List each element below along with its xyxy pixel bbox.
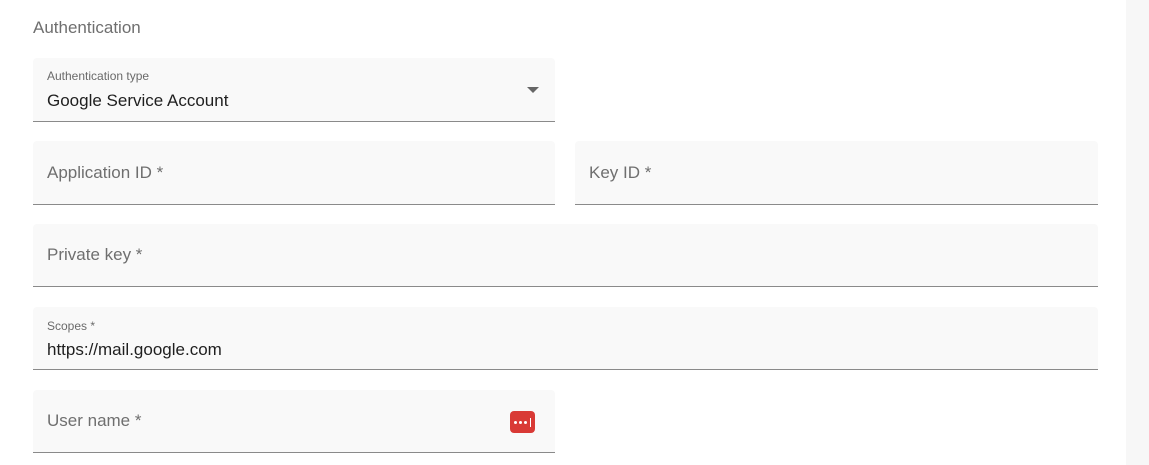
right-scroll-strip	[1126, 0, 1149, 465]
scopes-value: https://mail.google.com	[47, 340, 222, 359]
application-id-field[interactable]: Application ID *	[33, 141, 555, 205]
scopes-label: Scopes *	[47, 319, 96, 333]
password-dot	[518, 420, 522, 424]
application-id-label: Application ID *	[47, 162, 164, 182]
password-dot	[523, 420, 527, 424]
section-title: Authentication	[33, 18, 141, 37]
key-id-label: Key ID *	[589, 162, 652, 182]
authentication-type-label: Authentication type	[47, 69, 150, 83]
user-name-label: User name *	[47, 411, 142, 430]
private-key-field[interactable]: Private key *	[33, 224, 1098, 287]
password-cursor-bar	[529, 417, 532, 427]
chevron-down-icon[interactable]	[527, 87, 539, 93]
authentication-type-value: Google Service Account	[47, 91, 229, 110]
scopes-field[interactable]: Scopes * https://mail.google.com	[33, 307, 1098, 370]
password-manager-icon[interactable]	[510, 411, 535, 433]
key-id-field[interactable]: Key ID *	[575, 141, 1098, 205]
authentication-form-page: Authentication Authentication type Googl…	[0, 0, 1149, 465]
password-dot	[513, 420, 517, 424]
private-key-label: Private key *	[47, 245, 143, 264]
user-name-field[interactable]: User name *	[33, 390, 555, 453]
authentication-type-select[interactable]: Authentication type Google Service Accou…	[33, 58, 555, 122]
